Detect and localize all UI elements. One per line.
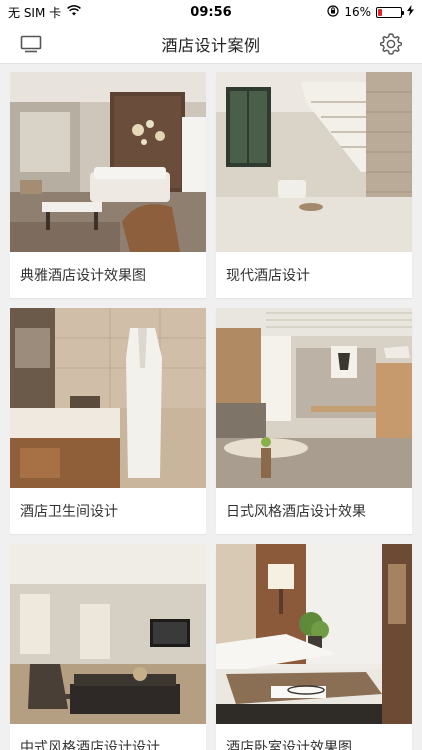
case-title: 典雅酒店设计效果图: [20, 268, 146, 284]
battery-icon: [376, 6, 404, 18]
charging-bolt-icon: [407, 5, 414, 19]
case-card[interactable]: 酒店卫生间设计: [10, 308, 206, 534]
case-card[interactable]: 典雅酒店设计效果图: [10, 72, 206, 298]
status-right: 16%: [327, 4, 414, 20]
wifi-icon: [67, 5, 82, 19]
nav-bar: 酒店设计案例: [0, 24, 422, 64]
case-image: [216, 72, 412, 252]
status-bar: 无 SIM 卡 09:56 16%: [0, 0, 422, 24]
battery-level: [378, 8, 382, 16]
status-left: 无 SIM 卡: [8, 4, 82, 21]
gear-icon[interactable]: [378, 31, 404, 57]
case-card[interactable]: 现代酒店设计: [216, 72, 412, 298]
case-card[interactable]: 酒店卧室设计效果图: [216, 544, 412, 750]
page-title: 酒店设计案例: [161, 35, 261, 55]
case-image: [10, 544, 206, 724]
case-title: 中式风格酒店设计设计: [20, 740, 160, 750]
case-card[interactable]: 中式风格酒店设计设计: [10, 544, 206, 750]
case-image: [10, 308, 206, 488]
screen-icon[interactable]: [18, 31, 44, 57]
case-title: 酒店卧室设计效果图: [226, 740, 352, 750]
case-grid: 典雅酒店设计效果图 现代酒店设计 酒店卫生间设计 日式风格酒店设计效果 中式风格…: [0, 64, 422, 750]
battery-percent: 16%: [344, 5, 371, 19]
orientation-lock-icon: [327, 4, 339, 20]
case-title: 日式风格酒店设计效果: [226, 504, 366, 520]
case-image: [216, 308, 412, 488]
case-title: 现代酒店设计: [226, 268, 310, 284]
case-card[interactable]: 日式风格酒店设计效果: [216, 308, 412, 534]
case-image: [10, 72, 206, 252]
case-image: [216, 544, 412, 724]
carrier-label: 无 SIM 卡: [8, 5, 62, 20]
case-title: 酒店卫生间设计: [20, 504, 118, 520]
